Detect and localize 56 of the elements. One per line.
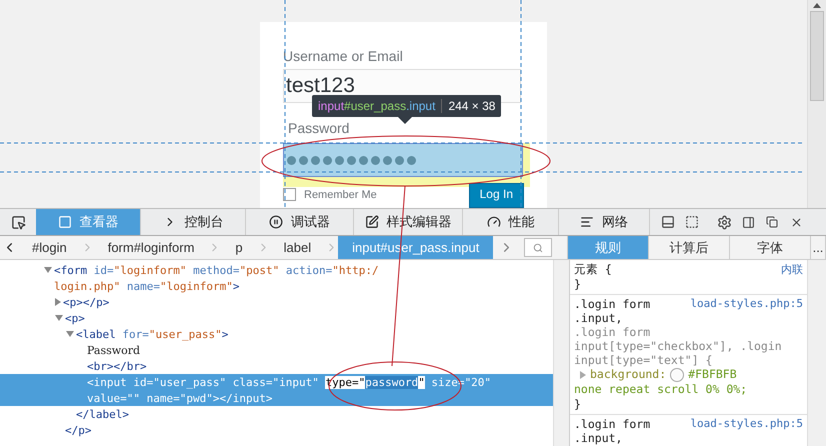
css-selector: .login form <box>574 297 650 311</box>
password-field[interactable] <box>283 143 523 177</box>
markup-line[interactable]: Password <box>0 342 553 358</box>
search-field[interactable] <box>524 238 552 257</box>
pen-icon <box>364 215 378 229</box>
markup-line[interactable]: <br></br> <box>0 358 553 374</box>
breadcrumb[interactable]: p <box>221 236 257 259</box>
css-selector: .login form <box>574 325 652 339</box>
css-brace: } <box>574 277 582 291</box>
markup-line[interactable]: </p> <box>0 422 553 438</box>
scroll-up-icon[interactable] <box>813 3 821 8</box>
lines-icon <box>580 215 594 229</box>
markup-line[interactable]: login.php" name="loginform"> <box>0 278 553 294</box>
devtools-tab[interactable]: 性能 <box>463 209 559 235</box>
scrollbar[interactable] <box>553 260 569 446</box>
markup-line[interactable]: </label> <box>0 406 553 422</box>
color-swatch[interactable] <box>670 368 684 382</box>
square-icon <box>58 215 72 229</box>
search-icon <box>533 242 544 252</box>
breadcrumb[interactable]: #login <box>18 236 81 259</box>
breadcrumb[interactable]: label <box>270 236 326 259</box>
element-tooltip: input#user_pass.input 244 × 38 <box>312 95 502 117</box>
source-link[interactable]: 内联 <box>781 262 803 277</box>
css-selector: .login form <box>574 417 650 431</box>
css-brace: } <box>574 397 582 411</box>
source-link[interactable]: load-styles.php:5 <box>690 417 803 431</box>
source-link[interactable]: load-styles.php:5 <box>690 297 803 311</box>
css-property: background: <box>590 367 666 382</box>
tooltip-pointer-icon <box>398 117 412 124</box>
breadcrumb[interactable]: form#loginform <box>94 236 208 259</box>
field-label: Username or Email <box>283 48 404 64</box>
scrollbar[interactable] <box>807 260 826 446</box>
login-button[interactable]: Log In <box>468 183 524 208</box>
css-selector: input[type="text"] { <box>574 353 714 367</box>
css-selector: .input, <box>574 431 624 445</box>
field-label: Password <box>288 121 350 135</box>
css-value: #FBFBFB <box>688 367 737 382</box>
pause-icon <box>269 215 283 229</box>
devtools-tab[interactable]: 网络 <box>559 209 650 235</box>
checkbox-label: Remember Me <box>304 188 377 200</box>
devtools-tab[interactable]: 调试器 <box>246 209 354 235</box>
gauge-icon <box>486 215 500 229</box>
checkbox[interactable] <box>283 188 296 201</box>
markup-line[interactable]: <form id="loginform" method="post" action="http:/ <box>0 262 553 278</box>
css-selector: input[type="checkbox"], .login <box>574 339 783 353</box>
css-selector: 元素 { <box>574 262 612 277</box>
markup-line[interactable]: <label for="user_pass"> <box>0 326 553 342</box>
css-value: none repeat scroll 0% 0%; <box>574 382 748 397</box>
scrollbar[interactable] <box>807 0 826 208</box>
markup-line[interactable]: <p></p> <box>0 294 553 310</box>
panel-tab[interactable]: 字体 <box>730 236 811 259</box>
devtools-tab[interactable]: 控制台 <box>141 209 246 235</box>
markup-line[interactable]: <p> <box>0 310 553 326</box>
panel-tab[interactable]: ... <box>811 236 826 259</box>
panel-tab[interactable]: 计算后 <box>649 236 730 259</box>
css-selector: .input, <box>574 311 624 325</box>
